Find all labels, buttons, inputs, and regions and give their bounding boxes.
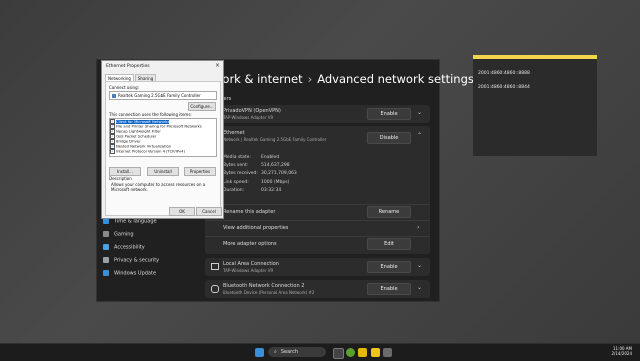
dialog-title: Ethernet Properties [106,64,150,69]
configure-button[interactable]: Configure... [188,102,216,111]
accessibility-icon [103,244,109,250]
items-list[interactable]: ✓ Client for Microsoft Networks ✓ File and… [109,118,217,157]
notes-window: 2001:4860:4860::8888 2001:4860:4860::884… [473,55,597,156]
chevron-right-icon[interactable]: › [417,224,419,231]
breadcrumb-separator: › [307,72,313,86]
breadcrumb-parent[interactable]: work & internet [213,72,303,86]
ok-button[interactable]: OK [169,207,195,216]
enable-button[interactable]: Enable [367,108,411,120]
start-icon[interactable] [255,348,264,357]
sidebar-item-accessibility[interactable]: Accessibility [103,244,145,251]
clock[interactable]: 11:00 AM 2/14/2024 [611,346,632,356]
sidebar-item-label: Time & language [114,218,157,225]
adapter-desc: TAP-Windows Adapter V9 [223,115,274,120]
properties-button[interactable]: Properties [184,167,216,176]
cancel-button[interactable]: Cancel [196,207,222,216]
list-item-label: Client for Microsoft Networks [116,119,170,124]
view-properties-link[interactable]: View additional properties [223,225,288,231]
disable-button[interactable]: Disable [367,132,411,144]
list-item[interactable]: ✓ Internet Protocol Version 4 (TCP/IPv4) [110,149,216,154]
taskbar: ⌕ Search 11:00 AM 2/14/2024 [0,343,640,361]
task-view-icon[interactable] [333,348,344,359]
list-item-label: Bridge Driver [116,139,141,144]
ethernet-properties-dialog: Ethernet Properties × Networking Sharing … [101,60,224,219]
chevron-up-icon[interactable]: ⌃ [417,132,422,139]
chevron-down-icon[interactable]: ⌄ [417,109,422,116]
list-item-label: Npcap Lightweight Filter [116,129,161,134]
divider [205,220,430,221]
adapter-desc: TAP-Windows Adapter V9 [223,268,274,273]
sidebar-item-windows-update[interactable]: Windows Update [103,270,156,277]
detail-value: 514,637,298 [261,163,290,168]
list-item-label: File and Printer Sharing for Microsoft N… [116,124,202,129]
search-icon: ⌕ [274,349,277,355]
detail-value: 03:32:34 [261,188,282,193]
search-label: Search [280,349,298,355]
update-icon [103,270,109,276]
close-icon[interactable]: × [215,62,220,69]
rename-button[interactable]: Rename [367,206,411,218]
search-box[interactable]: ⌕ Search [268,347,326,357]
adapter-card-bluetooth[interactable]: Bluetooth Network Connection 2 Bluetooth… [205,280,430,298]
enable-button[interactable]: Enable [367,261,411,273]
adapter-card-vpn[interactable]: PrivadoVPN (OpenVPN) TAP-Windows Adapter… [205,105,430,123]
adapter-name: PrivadoVPN (OpenVPN) [223,108,281,114]
rename-label: Rename this adapter [223,209,276,215]
adapter-field: Realtek Gaming 2.5GbE Family Controller [109,91,217,100]
detail-value: 1000 (Mbps) [261,180,290,185]
detail-value: Enabled [261,155,280,160]
description-label: Description [109,176,132,181]
connect-using-label: Connect using: [109,85,139,90]
install-button[interactable]: Install... [109,167,141,176]
gamepad-icon [103,231,109,237]
network-adapter-icon [211,263,219,270]
page-title: work & internet › Advanced network setting… [213,72,474,86]
more-adapter-options-label: More adapter options [223,241,277,247]
detail-label: Bytes received: [223,171,258,176]
divider [205,204,430,205]
detail-label: Media state: [223,155,251,160]
adapter-name: Realtek Gaming 2.5GbE Family Controller [118,93,201,98]
xbox-icon[interactable] [346,348,355,357]
note-line[interactable]: 2001:4860:4860::8888 [478,71,530,76]
shield-icon [103,257,109,263]
list-item-label: Internet Protocol Version 4 (TCP/IPv4) [116,149,185,154]
adapter-card-local-area[interactable]: Local Area Connection TAP-Windows Adapte… [205,258,430,276]
adapter-desc: Network | Realtek Gaming 2.5GbE Family C… [223,137,327,142]
page-title-text: Advanced network settings [317,72,474,86]
sidebar-item-label: Accessibility [114,244,145,251]
checkbox[interactable]: ✓ [110,149,115,154]
network-card-icon [112,94,116,98]
uninstall-button[interactable]: Uninstall [147,167,179,176]
adapter-name: Bluetooth Network Connection 2 [223,283,305,289]
detail-label: Link speed: [223,180,249,185]
clock-date: 2/14/2024 [611,351,632,356]
adapter-card-ethernet: Ethernet Network | Realtek Gaming 2.5GbE… [205,126,430,254]
list-item-label: QoS Packet Scheduler [116,134,157,139]
enable-button[interactable]: Enable [367,283,411,295]
adapter-name: Local Area Connection [223,261,279,267]
detail-label: Duration: [223,188,245,193]
items-label: This connection uses the following items… [109,112,192,117]
adapter-desc: Bluetooth Device (Personal Area Network)… [223,290,315,295]
chevron-down-icon[interactable]: ⌄ [417,262,422,269]
sidebar-item-label: Gaming [114,231,134,238]
sidebar-item-label: Privacy & security [114,257,160,264]
divider [205,236,430,237]
edit-button[interactable]: Edit [367,238,411,250]
list-item-label: Nested Network Virtualization [116,144,172,149]
sidebar-item-privacy[interactable]: Privacy & security [103,257,159,264]
sidebar-item-label: Windows Update [114,270,157,277]
chevron-down-icon[interactable]: ⌄ [417,284,422,291]
sticky-notes-icon[interactable] [371,348,380,357]
detail-label: Bytes sent: [223,163,249,168]
detail-value: 30,271,709,063 [261,171,297,176]
adapter-name: Ethernet [223,130,245,136]
description-text: Allows your computer to access resources… [111,182,206,192]
bluetooth-icon [211,285,219,293]
sidebar-item-gaming[interactable]: Gaming [103,231,134,238]
note-line[interactable]: 2001:4860:4860::8844 [478,85,530,90]
settings-gear-icon[interactable] [383,348,392,357]
file-explorer-icon[interactable] [358,348,367,357]
